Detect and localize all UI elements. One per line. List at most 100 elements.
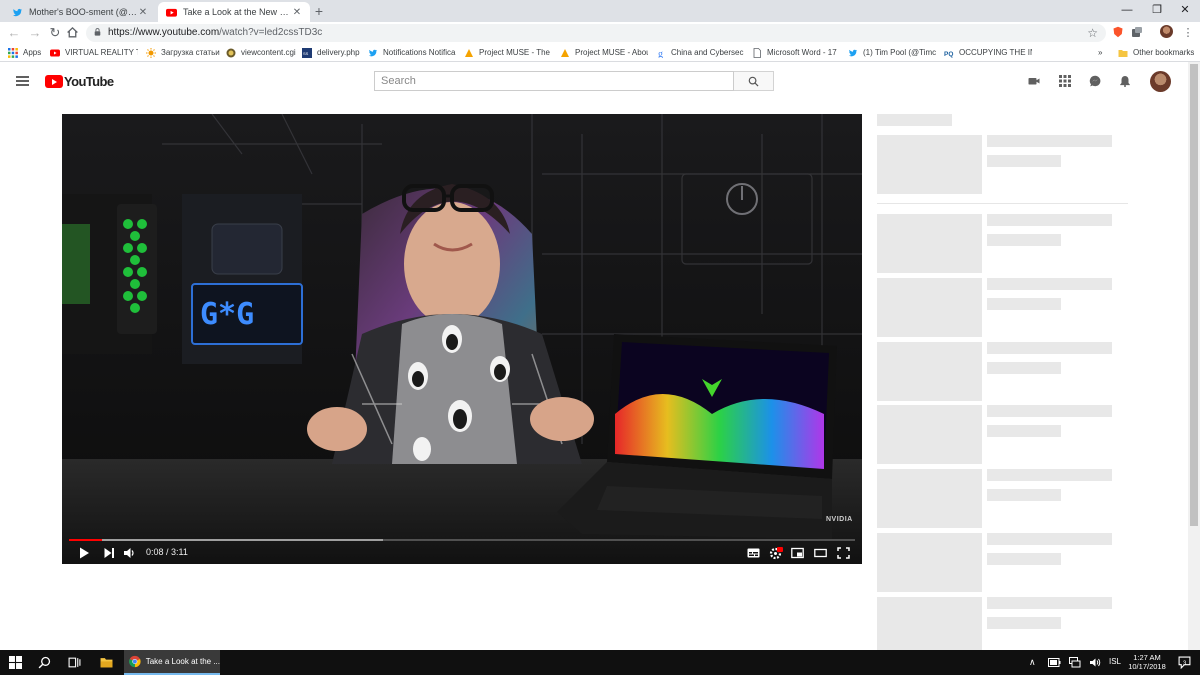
- video-meta-placeholder: [987, 489, 1061, 501]
- system-clock[interactable]: 1:27 AM 10/17/2018: [1124, 653, 1170, 671]
- bookmark-virtual-reality[interactable]: VIRTUAL REALITY TH: [50, 46, 138, 59]
- youtube-masthead: YouTube Search: [0, 62, 1200, 100]
- bookmark-occupying[interactable]: PQ OCCUPYING THE INF: [944, 46, 1032, 59]
- miniplayer-icon[interactable]: [791, 546, 804, 560]
- video-thumbnail-placeholder[interactable]: [877, 135, 982, 194]
- close-window-button[interactable]: ✕: [1170, 0, 1200, 22]
- url-text: https://www.youtube.com/watch?v=led2cssT…: [108, 27, 323, 38]
- search-input[interactable]: Search: [374, 71, 734, 91]
- user-avatar[interactable]: [1150, 71, 1171, 92]
- time-display: 0:08 / 3:11: [146, 547, 188, 557]
- video-title-placeholder: [987, 342, 1112, 354]
- video-meta-placeholder: [987, 155, 1061, 167]
- fullscreen-icon[interactable]: [837, 546, 850, 560]
- progress-bar[interactable]: [69, 539, 855, 541]
- notifications-bell-icon[interactable]: [1119, 75, 1131, 87]
- restore-button[interactable]: ❐: [1142, 0, 1172, 22]
- tab-twitter[interactable]: Mother's BOO-sment (@G0ffThe ✕: [4, 2, 156, 22]
- brave-shield-icon[interactable]: [1112, 26, 1124, 38]
- play-icon[interactable]: [78, 546, 90, 560]
- svg-text:g: g: [658, 49, 663, 58]
- home-icon[interactable]: [66, 26, 79, 39]
- seal-icon: [226, 48, 236, 57]
- forward-button[interactable]: →: [27, 25, 43, 41]
- browser-toolbar: ← → ↻ https://www.youtube.com/watch?v=le…: [0, 22, 1200, 43]
- minimize-button[interactable]: —: [1112, 0, 1142, 22]
- video-title-placeholder: [987, 214, 1112, 226]
- new-tab-button[interactable]: +: [312, 3, 326, 19]
- apps-grid-icon[interactable]: [1059, 75, 1071, 87]
- bookmark-delivery[interactable]: SS delivery.php: [302, 46, 362, 59]
- lock-icon: [94, 28, 101, 36]
- network-icon[interactable]: [1069, 657, 1081, 668]
- video-thumbnail-placeholder[interactable]: [877, 597, 982, 650]
- volume-icon[interactable]: [123, 546, 136, 560]
- chrome-menu-icon[interactable]: ⋮: [1180, 25, 1196, 41]
- back-button[interactable]: ←: [6, 25, 22, 41]
- video-meta-placeholder: [987, 553, 1061, 565]
- close-tab-icon[interactable]: ✕: [292, 7, 302, 18]
- video-meta-placeholder: [987, 425, 1061, 437]
- video-player[interactable]: G*G NVIDIA 0:08 / 3:11: [62, 114, 862, 564]
- video-meta-placeholder: [987, 362, 1061, 374]
- bookmark-project-muse-2[interactable]: Project MUSE - Abou: [560, 46, 648, 59]
- youtube-play-logo-icon: [45, 75, 63, 88]
- muse-icon: [465, 48, 473, 57]
- search-icon: [748, 76, 759, 87]
- chrome-icon: [129, 655, 141, 668]
- bookmark-viewcontent[interactable]: viewcontent.cgi: [226, 46, 298, 59]
- next-video-icon[interactable]: [103, 546, 115, 560]
- theater-mode-icon[interactable]: [814, 546, 827, 560]
- create-video-icon[interactable]: [1028, 75, 1040, 87]
- youtube-logo[interactable]: YouTube: [45, 74, 114, 89]
- video-title-placeholder: [987, 405, 1112, 417]
- volume-icon[interactable]: [1089, 657, 1101, 668]
- video-thumbnail-placeholder[interactable]: [877, 342, 982, 401]
- search-icon[interactable]: [38, 656, 51, 669]
- profile-avatar[interactable]: [1160, 25, 1173, 38]
- messages-icon[interactable]: [1089, 75, 1101, 87]
- video-thumbnail-placeholder[interactable]: [877, 214, 982, 273]
- video-thumbnail-placeholder[interactable]: [877, 405, 982, 464]
- bookmark-china-cyber[interactable]: g China and Cybersec: [656, 46, 744, 59]
- svg-text:SS: SS: [303, 51, 309, 56]
- file-explorer-icon[interactable]: [100, 656, 113, 669]
- bookmark-zagruzka[interactable]: Загрузка статьи: [146, 46, 220, 59]
- input-language[interactable]: ISL: [1109, 657, 1121, 666]
- bookmark-project-muse-1[interactable]: Project MUSE - The S: [464, 46, 552, 59]
- windows-taskbar: Take a Look at the ... ∧ ISL 1:27 AM 10/…: [0, 650, 1200, 675]
- video-thumbnail-placeholder[interactable]: [877, 469, 982, 528]
- other-bookmarks-folder[interactable]: Other bookmarks: [1118, 46, 1194, 59]
- subtitles-icon[interactable]: [747, 546, 760, 560]
- task-view-icon[interactable]: [68, 656, 81, 669]
- video-thumbnail-placeholder[interactable]: [877, 278, 982, 337]
- youtube-icon: [50, 49, 60, 56]
- video-meta-placeholder: [987, 617, 1061, 629]
- bookmark-notifications[interactable]: Notifications Notifica: [368, 46, 456, 59]
- nvidia-watermark: NVIDIA: [826, 516, 853, 523]
- address-bar[interactable]: https://www.youtube.com/watch?v=led2cssT…: [86, 24, 1106, 42]
- bookmark-microsoft-word[interactable]: Microsoft Word - 17: [752, 46, 840, 59]
- bookmark-tim-pool[interactable]: (1) Tim Pool (@Timc: [848, 46, 936, 59]
- folder-icon: [1118, 49, 1128, 57]
- close-tab-icon[interactable]: ✕: [138, 7, 148, 18]
- hamburger-menu-icon[interactable]: [16, 76, 29, 86]
- ssrn-icon: SS: [302, 47, 312, 58]
- video-thumbnail-placeholder[interactable]: [877, 533, 982, 592]
- tab-youtube[interactable]: Take a Look at the New Razer Bl ✕: [158, 2, 310, 22]
- page-scrollbar[interactable]: [1188, 62, 1200, 650]
- bookmark-star-icon[interactable]: ☆: [1087, 26, 1098, 40]
- tray-overflow-chevron-icon[interactable]: ∧: [1029, 657, 1036, 668]
- search-button[interactable]: [734, 71, 774, 91]
- bookmarks-overflow-button[interactable]: »: [1098, 46, 1108, 59]
- battery-icon[interactable]: [1048, 658, 1061, 667]
- progress-buffered: [69, 539, 384, 541]
- sun-icon: [146, 47, 156, 58]
- settings-gear-icon[interactable]: [769, 546, 783, 560]
- taskbar-chrome-window[interactable]: Take a Look at the ...: [124, 650, 220, 675]
- scrollbar-thumb[interactable]: [1190, 64, 1198, 526]
- bookmark-apps[interactable]: Apps: [8, 46, 48, 59]
- windows-start-icon[interactable]: [9, 656, 22, 669]
- extension-icon[interactable]: [1131, 26, 1143, 38]
- reload-button[interactable]: ↻: [47, 25, 63, 41]
